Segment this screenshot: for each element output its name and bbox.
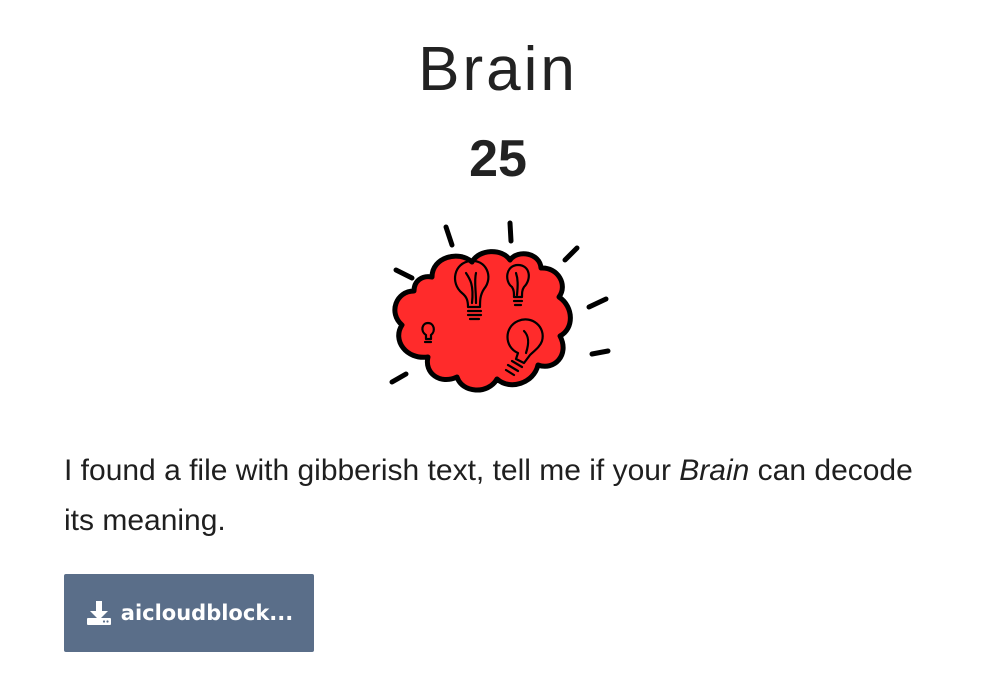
description-emphasis: Brain — [679, 454, 750, 487]
challenge-title: Brain — [418, 35, 578, 104]
description-text-before: I found a file with gibberish text, tell… — [64, 454, 680, 487]
challenge-card: Brain 25 I found a file with gibberish t… — [0, 0, 996, 684]
exploding-brain-lightbulbs-icon — [389, 220, 611, 393]
download-file-label: aicloudblock... — [120, 601, 294, 625]
download-icon — [85, 599, 113, 627]
download-file-button[interactable]: aicloudblock... — [64, 574, 314, 652]
challenge-description: I found a file with gibberish text, tell… — [64, 446, 944, 546]
challenge-points: 25 — [469, 130, 527, 188]
